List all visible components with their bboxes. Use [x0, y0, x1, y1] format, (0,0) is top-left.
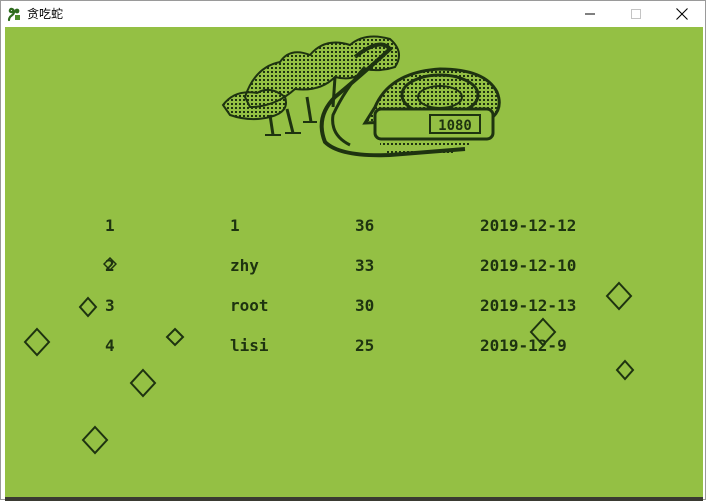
maximize-button[interactable]	[613, 1, 659, 27]
score-cell: 25	[355, 336, 375, 355]
minimize-icon	[585, 13, 595, 15]
close-icon	[676, 8, 688, 20]
score-cell: 30	[355, 296, 375, 315]
minimize-button[interactable]	[567, 1, 613, 27]
close-button[interactable]	[659, 1, 705, 27]
bottom-border	[5, 497, 703, 501]
date-cell: 2019-12-10	[480, 256, 577, 275]
diamond-food-icon	[615, 359, 635, 381]
diamond-food-icon	[81, 425, 109, 455]
window-title: 贪吃蛇	[27, 7, 64, 21]
name-cell: 1	[230, 216, 240, 235]
diamond-food-icon	[129, 368, 157, 398]
maximize-icon	[631, 9, 641, 19]
date-cell: 2019-12-12	[480, 216, 577, 235]
score-cell: 36	[355, 216, 375, 235]
diamond-food-icon	[605, 281, 633, 311]
name-cell: lisi	[230, 336, 269, 355]
rank-cell: 1	[105, 216, 115, 235]
name-cell: root	[230, 296, 269, 315]
game-canvas[interactable]: 1080 1 1 36 2019-12-12 2 zhy 33 2019-12-…	[5, 27, 703, 497]
diamond-food-icon	[23, 327, 51, 357]
snake-icon	[7, 7, 20, 22]
rank-cell: 3	[105, 296, 115, 315]
diamond-food-icon	[165, 327, 185, 347]
diamond-food-icon	[78, 296, 98, 318]
date-cell: 2019-12-13	[480, 296, 577, 315]
diamond-food-icon	[529, 317, 557, 347]
name-cell: zhy	[230, 256, 259, 275]
rank-cell: 4	[105, 336, 115, 355]
diamond-food-icon	[103, 257, 117, 271]
score-cell: 33	[355, 256, 375, 275]
game-window: 贪吃蛇 1080 1 1 36 2019-12-12 2 zhy 33 2019…	[0, 0, 706, 501]
title-bar[interactable]: 贪吃蛇	[1, 1, 705, 27]
